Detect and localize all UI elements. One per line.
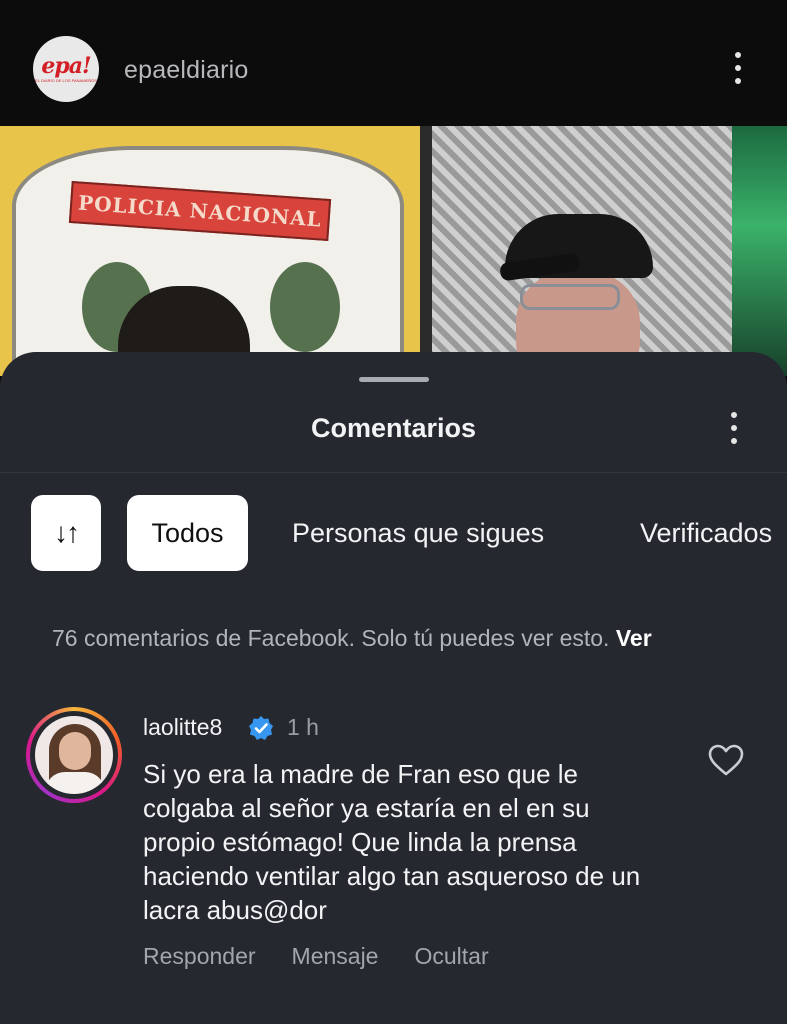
avatar-face <box>59 732 91 770</box>
commenter-avatar[interactable] <box>26 707 122 803</box>
logo-tagline: EL DIARIO DE LOS PANAMEÑOS <box>35 78 97 83</box>
heart-outline-icon[interactable] <box>707 743 745 777</box>
media-left-panel: POLICIA NACIONAL <box>0 126 420 376</box>
filter-chip-verificados[interactable]: Verificados <box>640 495 787 571</box>
comment-text: Si yo era la madre de Fran eso que le co… <box>143 759 641 925</box>
account-name[interactable]: epaeldiario <box>124 56 249 85</box>
sort-button[interactable]: ↓↑ <box>31 495 101 571</box>
sheet-title: Comentarios <box>310 413 477 443</box>
post-media[interactable]: POLICIA NACIONAL <box>0 126 787 376</box>
sort-arrows-icon: ↓↑ <box>54 517 80 548</box>
verified-badge-icon <box>249 716 273 740</box>
filter-chip-personas-que-sigues[interactable]: Personas que sigues <box>292 495 612 571</box>
more-vertical-icon[interactable] <box>734 52 742 84</box>
media-plant-panel <box>732 126 787 376</box>
comment-username[interactable]: laolitte8 <box>143 714 222 741</box>
logo-wordmark: epa! <box>41 53 91 79</box>
post-header: epa! EL DIARIO DE LOS PANAMEÑOS epaeldia… <box>0 0 787 126</box>
facebook-note-text: 76 comentarios de Facebook. Solo tú pued… <box>52 625 610 651</box>
account-avatar[interactable]: epa! EL DIARIO DE LOS PANAMEÑOS <box>33 36 99 102</box>
avatar-photo <box>35 716 113 794</box>
glasses <box>520 284 620 310</box>
comment-actions: Responder Mensaje Ocultar <box>143 943 489 970</box>
facebook-note-link[interactable]: Ver <box>616 625 652 651</box>
laurel-right <box>270 262 340 352</box>
more-vertical-icon[interactable] <box>730 412 738 444</box>
divider <box>0 472 787 473</box>
message-button[interactable]: Mensaje <box>292 943 379 970</box>
reply-button[interactable]: Responder <box>143 943 256 970</box>
sheet-drag-handle[interactable] <box>359 377 429 382</box>
comment-time: 1 h <box>287 714 319 740</box>
hide-button[interactable]: Ocultar <box>414 943 488 970</box>
facebook-comments-note: 76 comentarios de Facebook. Solo tú pued… <box>52 625 652 652</box>
comments-sheet: Comentarios ↓↑ Todos Personas que sigues… <box>0 352 787 1024</box>
avatar-body <box>45 772 105 794</box>
filter-chip-todos[interactable]: Todos <box>127 495 248 571</box>
media-divider <box>420 126 432 376</box>
